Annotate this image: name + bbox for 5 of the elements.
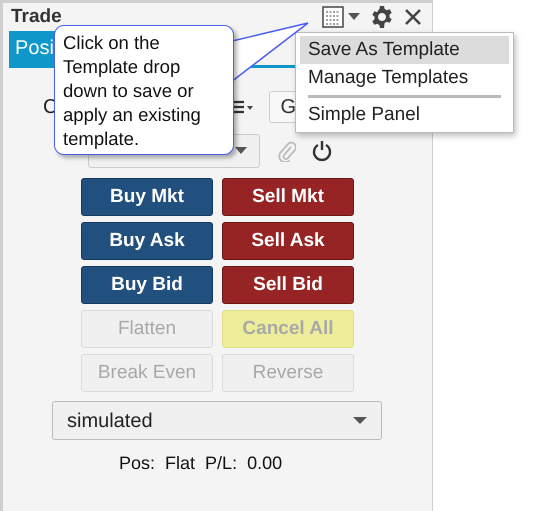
- pl-value: 0.00: [247, 452, 282, 475]
- position-value: Flat: [165, 452, 196, 475]
- position-label: Pos:: [119, 452, 156, 475]
- callout-tooltip: Click on the Template drop down to save or apply an existing template.: [54, 25, 234, 155]
- pl-label: P/L:: [205, 452, 238, 475]
